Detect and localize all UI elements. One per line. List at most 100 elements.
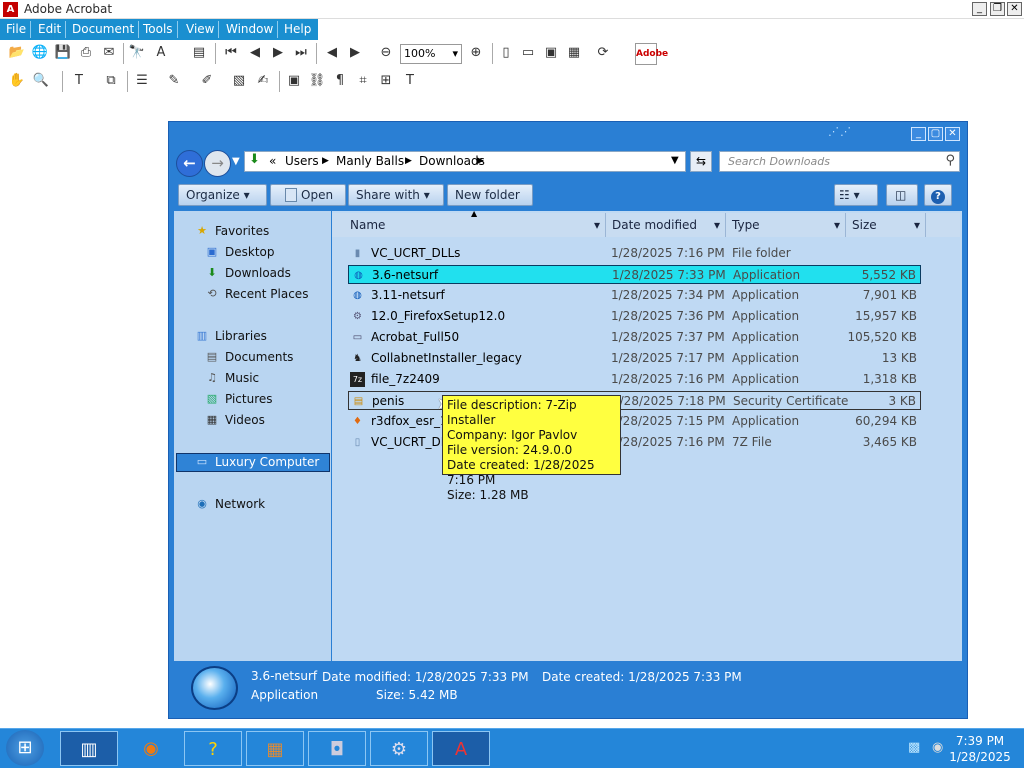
print-icon[interactable]: ⎙	[77, 44, 95, 62]
start-button[interactable]: ⊞	[6, 730, 44, 766]
nav-favorites[interactable]: Favorites	[215, 222, 269, 240]
previous-view-icon[interactable]: ◀	[323, 44, 341, 62]
minimize-button[interactable]: _	[972, 2, 987, 16]
movie-icon[interactable]: ▣	[285, 72, 303, 90]
restore-button[interactable]: ❐	[990, 2, 1005, 16]
chevron-right-icon[interactable]: ▶	[322, 156, 329, 166]
file-row[interactable]: ⚙ 12.0_FirefoxSetup12.0 1/28/2025 7:36 PM A…	[348, 307, 921, 326]
menu-view[interactable]: View	[182, 21, 220, 38]
previous-page-icon[interactable]: ◀	[246, 44, 264, 62]
file-row[interactable]: 7z file_7z2409 1/28/2025 7:16 PM Applicatio…	[348, 370, 921, 389]
chevron-down-icon[interactable]: ▼	[671, 155, 679, 166]
menu-tools[interactable]: Tools	[139, 21, 178, 38]
explorer-minimize-button[interactable]: _	[911, 127, 926, 141]
actual-size-icon[interactable]: ▯	[497, 44, 515, 62]
nav-desktop[interactable]: Desktop	[225, 243, 275, 261]
open-button[interactable]: Open	[270, 184, 346, 206]
file-row[interactable]: ♞ CollabnetInstaller_legacy 1/28/2025 7:17…	[348, 349, 921, 368]
nav-pictures[interactable]: Pictures	[225, 390, 273, 408]
refresh-button[interactable]: ⇆	[690, 151, 712, 172]
next-view-icon[interactable]: ▶	[346, 44, 364, 62]
breadcrumb-users[interactable]: Users	[285, 154, 319, 168]
touchup-text-icon[interactable]: T	[401, 72, 419, 90]
touchup-icon[interactable]: ⊞	[377, 72, 395, 90]
forward-button[interactable]: →	[204, 150, 231, 177]
fit-page-icon[interactable]: ▭	[519, 44, 537, 62]
zoom-icon[interactable]: 🔍	[32, 72, 50, 90]
taskbar-acrobat[interactable]: A	[432, 731, 490, 766]
back-button[interactable]: ←	[176, 150, 203, 177]
hand-icon[interactable]: ✋	[8, 72, 26, 90]
column-type[interactable]: Type ▾	[726, 213, 846, 237]
file-row[interactable]: ◍ 3.11-netsurf 1/28/2025 7:34 PM Applicatio…	[348, 286, 921, 305]
find-icon[interactable]: 🔭	[128, 44, 146, 62]
breadcrumb-downloads[interactable]: Downloads	[419, 154, 485, 168]
network-tray-icon[interactable]: ▩	[908, 740, 920, 755]
nav-computer[interactable]: Luxury Computer	[215, 453, 319, 471]
nav-recent-places[interactable]: Recent Places	[225, 285, 308, 303]
column-date-modified[interactable]: Date modified ▾	[606, 213, 726, 237]
menu-file[interactable]: File	[2, 21, 32, 38]
taskbar-help[interactable]: ?	[184, 731, 242, 766]
first-page-icon[interactable]: ⏮	[222, 44, 240, 62]
breadcrumb-user[interactable]: Manly Balls	[336, 154, 404, 168]
sign-icon[interactable]: ✍	[254, 72, 272, 90]
zoom-in-icon[interactable]: ⊕	[467, 44, 485, 62]
rotate-icon[interactable]: ⟳	[594, 44, 612, 62]
close-button[interactable]: ✕	[1007, 2, 1022, 16]
nav-documents[interactable]: Documents	[225, 348, 293, 366]
new-folder-button[interactable]: New folder	[447, 184, 533, 206]
share-with-button[interactable]: Share with ▾	[348, 184, 444, 206]
column-size[interactable]: Size ▾	[846, 213, 926, 237]
adobe-logo[interactable]: Adobe	[635, 43, 668, 65]
help-button[interactable]: ?	[924, 184, 952, 206]
menu-edit[interactable]: Edit	[34, 21, 67, 38]
nav-libraries[interactable]: Libraries	[215, 327, 267, 345]
pages-icon[interactable]: ▤	[190, 44, 208, 62]
volume-tray-icon[interactable]: ◉	[932, 740, 943, 755]
highlight-icon[interactable]: ✐	[198, 72, 216, 90]
file-row[interactable]: ▭ Acrobat_Full50 1/28/2025 7:37 PM Applicat…	[348, 328, 921, 347]
taskbar-firefox[interactable]: ◉	[122, 731, 180, 766]
save-icon[interactable]: 💾	[54, 44, 72, 62]
menu-window[interactable]: Window	[222, 21, 279, 38]
recent-pages-chevron-icon[interactable]: ▼	[232, 156, 240, 167]
chevron-right-icon[interactable]: ▶	[405, 156, 412, 166]
open-icon[interactable]: 📂	[8, 44, 26, 62]
text-select-icon[interactable]: T	[70, 72, 88, 90]
zoom-select[interactable]: 100% ▾	[400, 44, 462, 64]
search-input[interactable]: Search Downloads ⚲	[719, 151, 960, 172]
search-text-icon[interactable]: A	[152, 44, 170, 62]
nav-music[interactable]: Music	[225, 369, 259, 387]
taskbar-drive[interactable]: ◘	[308, 731, 366, 766]
explorer-maximize-button[interactable]: ▢	[928, 127, 943, 141]
explorer-close-button[interactable]: ✕	[945, 127, 960, 141]
clock[interactable]: 7:39 PM 1/28/2025	[945, 733, 1015, 765]
form-icon[interactable]: ▧	[230, 72, 248, 90]
nav-network[interactable]: Network	[215, 495, 265, 513]
nav-downloads[interactable]: Downloads	[225, 264, 291, 282]
pencil-icon[interactable]: ✎	[165, 72, 183, 90]
chevron-right-icon[interactable]: ▶	[477, 156, 484, 166]
note-icon[interactable]: ☰	[133, 72, 151, 90]
file-row-hovered[interactable]: ▤ penis 1/28/2025 7:18 PM Security Certific…	[348, 391, 921, 410]
overflow-chevron-icon[interactable]: «	[269, 154, 276, 168]
graphics-select-icon[interactable]: ⧉	[102, 72, 120, 90]
zoom-out-icon[interactable]: ⊖	[377, 44, 395, 62]
last-page-icon[interactable]: ⏭	[292, 44, 310, 62]
fit-width-icon[interactable]: ▣	[542, 44, 560, 62]
fit-visible-icon[interactable]: ▦	[565, 44, 583, 62]
taskbar-installer[interactable]: ⚙	[370, 731, 428, 766]
view-options-button[interactable]: ☷ ▾	[834, 184, 878, 206]
next-page-icon[interactable]: ▶	[269, 44, 287, 62]
nav-videos[interactable]: Videos	[225, 411, 265, 429]
web-icon[interactable]: 🌐	[31, 44, 49, 62]
address-bar[interactable]: ⬇ « Users ▶ Manly Balls ▶ Downloads ▶ ▼	[244, 151, 686, 172]
menu-help[interactable]: Help	[280, 21, 315, 38]
email-icon[interactable]: ✉	[100, 44, 118, 62]
article-icon[interactable]: ¶	[331, 72, 349, 90]
file-row[interactable]: ▯ VC_UCRT_DL 1/28/2025 7:16 PM 7Z File 3,465…	[348, 433, 921, 452]
file-row[interactable]: ▮ VC_UCRT_DLLs 1/28/2025 7:16 PM File folde…	[348, 244, 921, 263]
organize-button[interactable]: Organize ▾	[178, 184, 267, 206]
preview-pane-button[interactable]: ◫	[886, 184, 918, 206]
